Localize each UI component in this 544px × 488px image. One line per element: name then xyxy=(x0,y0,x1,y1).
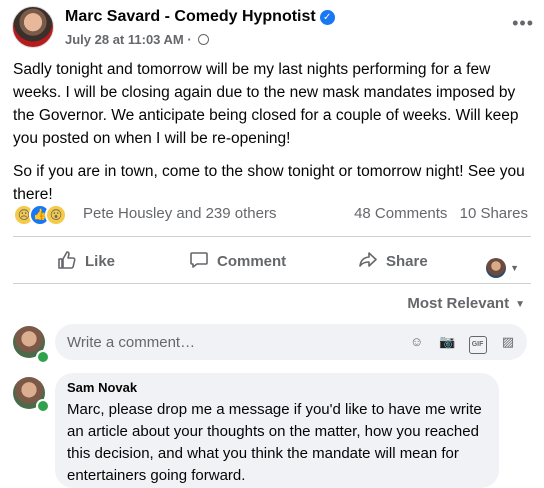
like-label: Like xyxy=(85,253,116,270)
share-button[interactable]: Share xyxy=(358,245,428,279)
reaction-names[interactable]: Pete Housley and 239 others xyxy=(83,205,276,222)
share-label: Share xyxy=(386,253,428,270)
page-avatar[interactable] xyxy=(12,6,54,48)
comment-bubble: Sam Novak Marc, please drop me a message… xyxy=(55,373,499,488)
divider xyxy=(13,283,531,284)
page-name[interactable]: Marc Savard - Comedy Hypnotist ✓ xyxy=(65,8,335,26)
comment-button[interactable]: Comment xyxy=(189,245,286,279)
comment-sort-dropdown[interactable]: Most Relevant ▼ xyxy=(407,295,525,312)
speech-bubble-icon xyxy=(190,252,208,268)
comment-label: Comment xyxy=(217,253,287,270)
wow-reaction-icon: 😮 xyxy=(45,204,67,226)
verified-badge-icon: ✓ xyxy=(319,10,335,25)
emoji-icon[interactable]: ☺ xyxy=(408,333,426,351)
gif-icon[interactable]: GIF xyxy=(468,336,487,354)
page-name-label[interactable]: Marc Savard - Comedy Hypnotist xyxy=(65,8,316,25)
camera-icon[interactable]: 📷 xyxy=(438,333,456,351)
post-paragraph: Sadly tonight and tomorrow will be my la… xyxy=(13,61,519,147)
reaction-audience-selector[interactable]: ▼ xyxy=(486,251,519,279)
meta-separator: · xyxy=(187,32,192,47)
reaction-icons[interactable]: ☹ 👍 😮 xyxy=(13,204,79,226)
comment-composer[interactable]: ☺ 📷 GIF ▨ xyxy=(55,324,527,360)
online-status-indicator xyxy=(36,399,50,413)
more-options-icon[interactable]: ••• xyxy=(512,14,534,32)
post-timestamp[interactable]: July 28 at 11:03 AM xyxy=(65,32,184,47)
divider xyxy=(13,236,531,237)
post-paragraph: So if you are in town, come to the show … xyxy=(13,163,525,203)
comment-input[interactable] xyxy=(67,324,367,360)
caret-down-icon: ▼ xyxy=(515,298,525,310)
comment-author[interactable]: Sam Novak xyxy=(67,380,137,395)
sort-label: Most Relevant xyxy=(407,295,510,312)
engagement-counts: 48 Comments 10 Shares xyxy=(346,205,528,222)
share-arrow-icon xyxy=(359,252,377,267)
post-meta: July 28 at 11:03 AM · xyxy=(65,32,210,47)
post-actions: Like Comment Share ▼ xyxy=(13,245,531,279)
shares-count[interactable]: 10 Shares xyxy=(460,205,528,222)
audience-avatar xyxy=(486,258,507,279)
reaction-summary: ☹ 👍 😮 Pete Housley and 239 others 48 Com… xyxy=(13,204,528,226)
comment-text: Marc, please drop me a message if you'd … xyxy=(67,401,482,484)
caret-down-icon: ▼ xyxy=(510,263,519,274)
composer-tools: ☺ 📷 GIF ▨ xyxy=(400,333,517,354)
globe-icon xyxy=(198,34,210,45)
sticker-icon[interactable]: ▨ xyxy=(499,333,517,351)
online-status-indicator xyxy=(36,350,50,364)
like-button[interactable]: Like xyxy=(57,245,115,279)
post-body: Sadly tonight and tomorrow will be my la… xyxy=(13,58,533,216)
comments-count[interactable]: 48 Comments xyxy=(354,205,447,222)
thumbs-up-icon xyxy=(58,251,76,269)
post-header: Marc Savard - Comedy Hypnotist ✓ July 28 … xyxy=(12,6,534,52)
